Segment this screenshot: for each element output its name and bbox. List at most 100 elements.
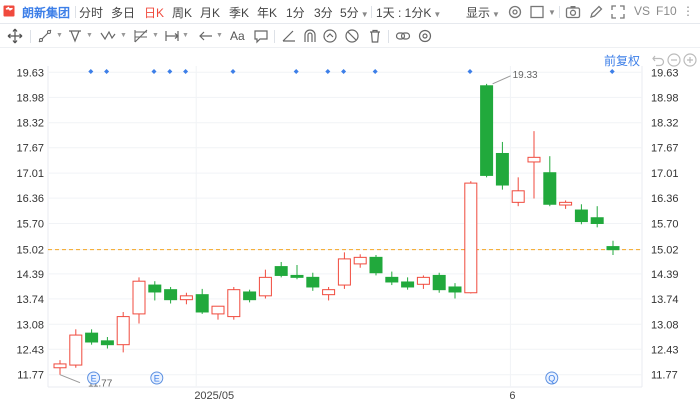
chevron-down-icon[interactable]: ▼ xyxy=(152,32,159,39)
chart-grid xyxy=(47,66,643,388)
price-adjust-select[interactable]: 前复权 xyxy=(604,52,640,69)
candle-body xyxy=(416,276,430,285)
info-diamond-marker xyxy=(230,69,236,74)
move-cursor-icon[interactable] xyxy=(7,28,25,44)
candle xyxy=(432,272,446,293)
chevron-down-icon[interactable]: ▼ xyxy=(86,32,93,39)
y-tick-label-left: 13.74 xyxy=(16,294,44,306)
chevron-down-icon: ▼ xyxy=(360,10,369,19)
high-pointer xyxy=(492,75,511,85)
polyline-icon[interactable] xyxy=(67,28,85,44)
candle-body xyxy=(116,316,130,346)
multi-period-select[interactable]: 1天 : 1分K ▼ xyxy=(376,4,441,21)
candle-body xyxy=(164,289,178,301)
candle-body xyxy=(322,289,336,296)
chevron-down-icon[interactable]: ▼ xyxy=(56,32,63,39)
candle xyxy=(290,265,304,280)
trend-line-icon[interactable] xyxy=(37,28,55,44)
minute-period-select[interactable]: 5分 ▼ xyxy=(340,4,369,21)
kline-chart[interactable]: 19.63 19.63 18.98 18.98 18.32 18.32 17.67 17.67… xyxy=(0,48,700,410)
candle-body xyxy=(385,276,399,283)
chevron-down-icon[interactable]: ▼ xyxy=(182,32,189,39)
candle xyxy=(132,277,146,324)
candle xyxy=(227,286,241,320)
candle xyxy=(495,141,509,190)
magnet-icon[interactable] xyxy=(302,28,320,44)
trash-icon[interactable] xyxy=(367,28,385,44)
hide-drawings-icon[interactable] xyxy=(344,28,362,44)
candle xyxy=(100,336,114,349)
info-diamond-marker xyxy=(88,69,94,74)
flag-icon[interactable] xyxy=(3,5,15,17)
y-tick-label-left: 12.43 xyxy=(16,344,44,356)
candle xyxy=(164,286,178,304)
camera-icon[interactable] xyxy=(565,4,581,20)
period-tab-intraday[interactable]: 分时 xyxy=(79,4,103,21)
text-tool[interactable]: Aa xyxy=(230,29,245,43)
candle-body xyxy=(274,266,288,276)
candle-body xyxy=(559,201,573,206)
main-toolbar: 朗新集团 分时 多日 日K 周K 月K 季K 年K 1分 3分 5分 ▼ 1天 :… xyxy=(0,0,700,24)
candle-body xyxy=(179,295,193,301)
range-measure-icon[interactable] xyxy=(164,28,182,44)
fibonacci-icon[interactable] xyxy=(133,28,151,44)
candle-body xyxy=(243,291,257,301)
chevron-down-icon[interactable]: ▼ xyxy=(120,32,127,39)
zoom-out-icon[interactable] xyxy=(667,53,681,67)
undo-icon[interactable] xyxy=(651,53,665,67)
candle-body xyxy=(448,286,462,293)
drawing-toolbar: ▼ ▼ ▼ ▼ ▼ ▼ Aa xyxy=(0,25,700,48)
period-tab-3min[interactable]: 3分 xyxy=(314,4,333,21)
y-tick-label-right: 13.08 xyxy=(651,319,679,331)
high-label: 19.33 xyxy=(513,70,538,81)
zoom-in-icon[interactable] xyxy=(683,53,697,67)
period-tab-multiday[interactable]: 多日 xyxy=(111,4,135,21)
wave-pattern-icon[interactable] xyxy=(100,28,118,44)
more-icon[interactable]: ⋮ xyxy=(682,4,694,18)
period-tab-1min[interactable]: 1分 xyxy=(286,4,305,21)
drawing-settings-icon[interactable] xyxy=(417,28,435,44)
y-tick-label-left: 11.77 xyxy=(17,370,44,382)
toolbar-divider xyxy=(559,6,560,18)
layout-box-icon[interactable] xyxy=(529,4,545,20)
period-tab-yearly[interactable]: 年K xyxy=(257,4,277,21)
link-icon[interactable] xyxy=(395,28,413,44)
chevron-down-icon[interactable]: ▼ xyxy=(546,4,556,18)
candle xyxy=(85,329,99,345)
info-diamond-marker xyxy=(183,69,189,74)
angle-icon[interactable] xyxy=(281,28,299,44)
period-tab-quarterly[interactable]: 季K xyxy=(229,4,249,21)
candle xyxy=(243,289,257,303)
candle xyxy=(464,181,478,294)
compare-button[interactable]: VS xyxy=(634,4,650,18)
candle-body xyxy=(590,217,604,225)
candle xyxy=(448,283,462,299)
lock-drawing-icon[interactable] xyxy=(322,28,340,44)
stock-name[interactable]: 朗新集团 xyxy=(22,4,70,21)
y-tick-label-right: 17.67 xyxy=(651,143,679,155)
candle xyxy=(527,131,541,199)
y-tick-label-right: 19.63 xyxy=(651,67,679,79)
settings-icon[interactable] xyxy=(507,4,523,20)
info-diamond-marker xyxy=(293,69,299,74)
period-tab-monthly[interactable]: 月K xyxy=(200,4,220,21)
event-marker-label: Q xyxy=(548,374,555,384)
candle xyxy=(195,288,209,314)
arrow-left-icon[interactable] xyxy=(198,28,216,44)
toolbar-divider xyxy=(75,6,76,18)
chevron-down-icon[interactable]: ▼ xyxy=(216,32,223,39)
display-settings-select[interactable]: 显示 ▼ xyxy=(466,4,500,21)
y-tick-label-right: 18.32 xyxy=(651,118,679,130)
expand-icon[interactable] xyxy=(610,4,626,20)
candle-body xyxy=(337,258,351,286)
x-tick-label: 2025/05 xyxy=(194,390,234,402)
comment-icon[interactable] xyxy=(253,28,271,44)
f10-button[interactable]: F10 xyxy=(656,4,677,18)
period-tab-daily[interactable]: 日K xyxy=(144,4,164,21)
y-tick-label-right: 18.98 xyxy=(651,92,679,104)
pencil-icon[interactable] xyxy=(588,4,604,20)
y-tick-label-left: 15.02 xyxy=(16,245,44,257)
period-tab-weekly[interactable]: 周K xyxy=(172,4,192,21)
y-tick-label-left: 18.32 xyxy=(16,118,44,130)
candle xyxy=(69,329,83,368)
